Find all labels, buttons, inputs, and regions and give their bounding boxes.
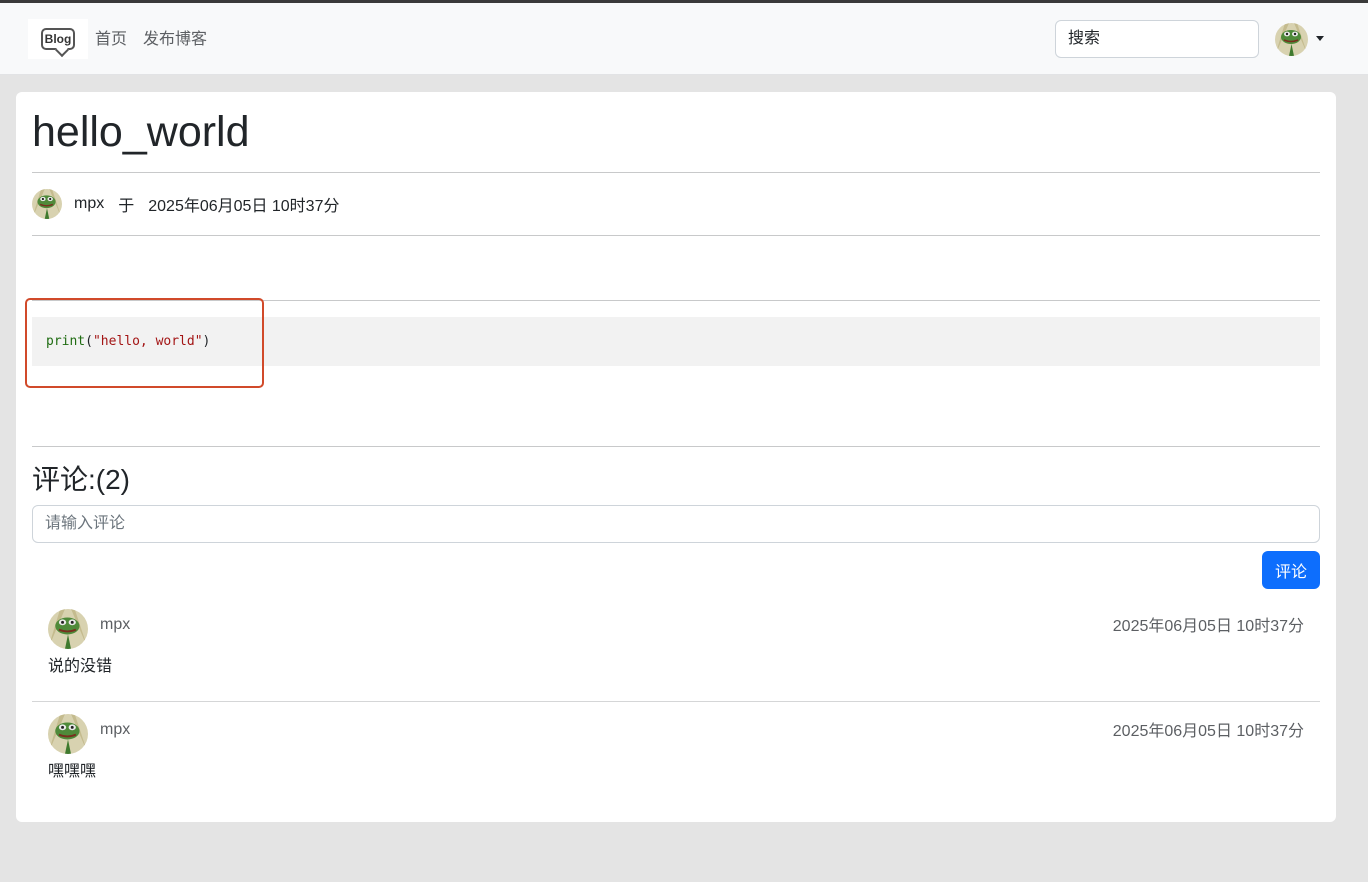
blog-logo[interactable]: Blog <box>28 19 88 59</box>
comment-timestamp: 2025年06月05日 10时37分 <box>1112 723 1304 740</box>
comment-text: 说的没错 <box>48 658 113 675</box>
post-date: 2025年06月05日 10时37分 <box>148 198 340 215</box>
divider <box>32 446 1320 447</box>
post-author[interactable]: mpx <box>74 195 104 213</box>
user-avatar-icon[interactable] <box>1275 23 1308 56</box>
logo-text: Blog <box>41 28 75 50</box>
comment-timestamp: 2025年06月05日 10时37分 <box>1112 618 1304 635</box>
divider <box>32 172 1320 173</box>
post-card: hello_world mpx 于 2025年06月05日 10时37分 pri… <box>16 92 1336 822</box>
comments-heading: 评论:(2) <box>32 464 131 495</box>
caret-down-icon[interactable] <box>1316 36 1324 41</box>
post-meta: mpx 于 2025年06月05日 10时37分 <box>32 188 339 220</box>
comment-username[interactable]: mpx <box>100 615 130 635</box>
comment-username[interactable]: mpx <box>100 720 130 740</box>
commenter-avatar-icon[interactable] <box>48 609 88 649</box>
nav-publish-link[interactable]: 发布博客 <box>143 30 207 50</box>
comment-text: 嘿嘿嘿 <box>48 763 97 780</box>
comment-item: mpx 2025年06月05日 10时37分 嘿嘿嘿 <box>32 702 1320 807</box>
search-input[interactable] <box>1055 20 1259 58</box>
comment-input[interactable] <box>32 505 1320 543</box>
divider <box>32 235 1320 236</box>
submit-comment-button[interactable]: 评论 <box>1262 551 1320 589</box>
post-date-preposition: 于 <box>118 198 135 215</box>
commenter-avatar-icon[interactable] <box>48 714 88 754</box>
navbar: Blog 首页 发布博客 <box>0 3 1368 75</box>
nav-home-link[interactable]: 首页 <box>95 30 127 50</box>
post-title: hello_world <box>32 108 250 156</box>
author-avatar-icon[interactable] <box>32 189 62 219</box>
comment-item: mpx 2025年06月05日 10时37分 说的没错 <box>32 597 1320 702</box>
annotation-highlight-box <box>25 298 264 388</box>
